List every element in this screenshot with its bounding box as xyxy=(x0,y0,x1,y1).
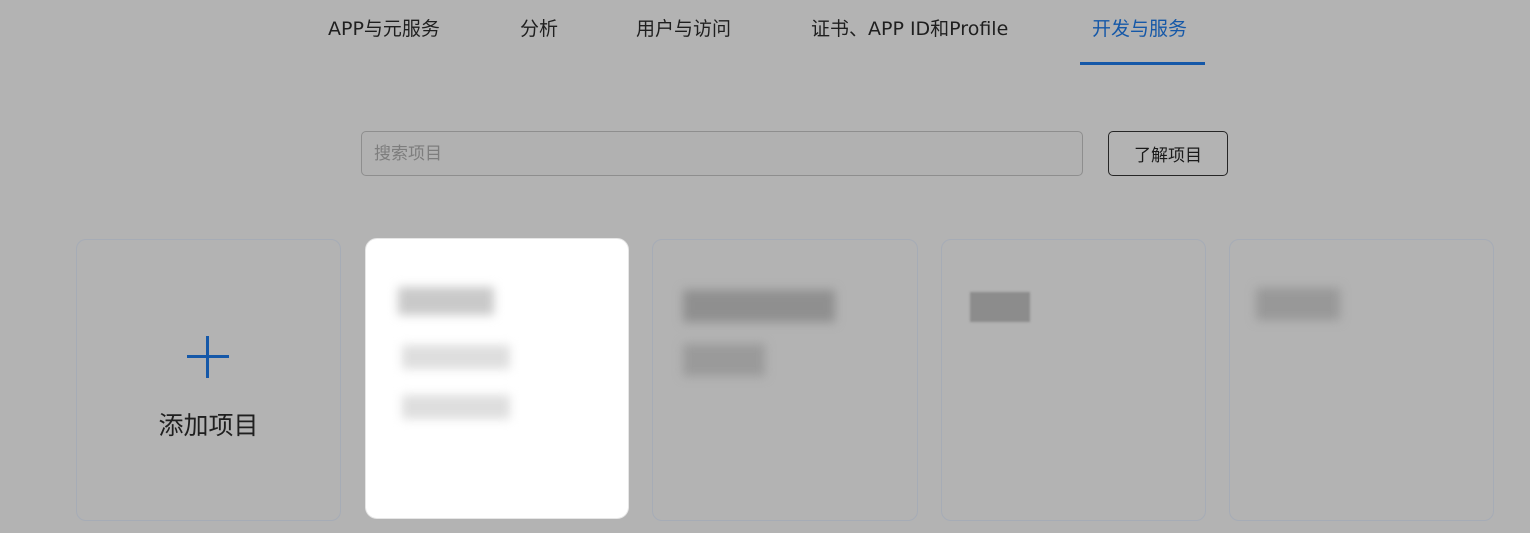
project-card[interactable] xyxy=(1229,239,1494,521)
tab-analytics[interactable]: 分析 xyxy=(520,14,558,44)
add-project-card[interactable]: 添加项目 xyxy=(76,239,341,521)
project-name-redacted xyxy=(970,292,1030,322)
learn-projects-button[interactable]: 了解项目 xyxy=(1108,131,1228,176)
project-card-highlighted[interactable] xyxy=(365,238,629,519)
tab-app-and-atomic-services[interactable]: APP与元服务 xyxy=(328,14,440,44)
tab-develop-and-services[interactable]: 开发与服务 xyxy=(1092,14,1187,44)
add-project-label: 添加项目 xyxy=(158,411,259,440)
project-detail-redacted xyxy=(683,344,765,376)
project-detail-redacted xyxy=(402,395,510,419)
project-card[interactable] xyxy=(652,239,918,521)
project-name-redacted xyxy=(683,290,835,322)
project-name-redacted xyxy=(398,287,494,315)
tab-users-and-access[interactable]: 用户与访问 xyxy=(636,14,731,44)
project-name-redacted xyxy=(1256,288,1340,320)
search-projects-input[interactable] xyxy=(361,131,1083,176)
project-detail-redacted xyxy=(402,345,510,369)
active-tab-indicator xyxy=(1080,62,1205,65)
top-nav: APP与元服务 分析 用户与访问 证书、APP ID和Profile 开发与服务 xyxy=(0,0,1530,66)
project-card[interactable] xyxy=(941,239,1206,521)
tab-certificates-appid-profile[interactable]: 证书、APP ID和Profile xyxy=(811,14,1008,44)
plus-icon xyxy=(187,336,229,378)
